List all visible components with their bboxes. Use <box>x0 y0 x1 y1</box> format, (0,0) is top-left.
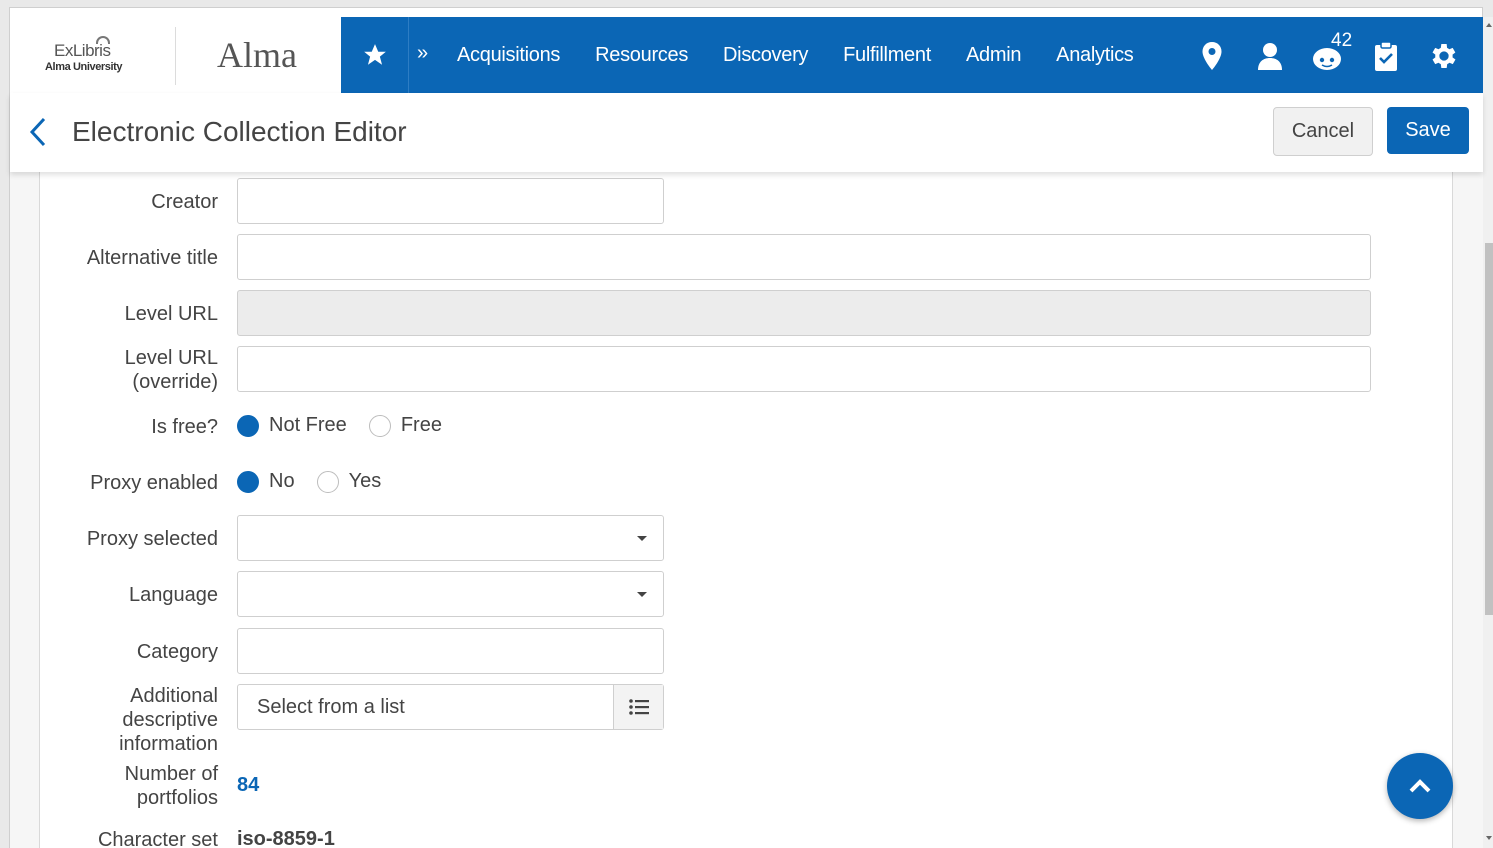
chevron-left-icon <box>29 117 46 147</box>
cancel-button[interactable]: Cancel <box>1273 107 1373 156</box>
category-field[interactable] <box>237 628 664 674</box>
proxy-selected-dropdown[interactable] <box>237 515 664 561</box>
scroll-down-arrow-icon[interactable] <box>1486 836 1492 840</box>
save-button[interactable]: Save <box>1387 107 1469 154</box>
proxy-enabled-label: Proxy enabled <box>90 472 218 494</box>
additional-info-label: Additional descriptive information <box>119 684 218 756</box>
character-set-label: Character set <box>97 829 218 848</box>
label-line: information <box>119 733 218 755</box>
label-line: Level URL <box>124 347 218 369</box>
creator-field[interactable] <box>237 178 664 224</box>
scroll-up-arrow-icon[interactable] <box>1486 23 1492 27</box>
is-free-label: Is free? <box>151 416 218 438</box>
back-button[interactable] <box>28 115 48 149</box>
proxy-selected-label: Proxy selected <box>86 528 218 550</box>
is-free-radio-group: Not Free Free <box>237 414 464 437</box>
alternative-title-label: Alternative title <box>86 247 218 269</box>
category-label: Category <box>136 641 218 663</box>
level-url-label: Level URL <box>124 303 218 325</box>
label-line: descriptive <box>122 709 218 731</box>
free-radio[interactable] <box>368 414 391 437</box>
level-url-override-field[interactable] <box>237 346 1371 392</box>
language-label: Language <box>129 584 218 606</box>
scrollbar-thumb[interactable] <box>1485 243 1493 615</box>
creator-label: Creator <box>151 191 218 213</box>
page-header: Electronic Collection Editor Cancel Save <box>10 93 1483 172</box>
scroll-to-top-button[interactable] <box>1387 753 1453 819</box>
page-title: Electronic Collection Editor <box>72 116 407 147</box>
chevron-up-icon <box>1409 779 1431 793</box>
label-line: Additional <box>130 685 218 707</box>
portfolios-count-link[interactable]: 84 <box>237 774 259 797</box>
caret-down-icon <box>637 592 647 597</box>
label-line: (override) <box>132 371 218 393</box>
label-line: Number of <box>124 763 218 785</box>
proxy-yes-option-label[interactable]: Yes <box>349 470 382 493</box>
not-free-radio[interactable] <box>237 414 259 437</box>
language-dropdown[interactable] <box>237 571 664 617</box>
proxy-yes-radio[interactable] <box>316 470 339 493</box>
character-set-value: iso-8859-1 <box>237 828 335 848</box>
select-from-list-placeholder: Select from a list <box>257 696 405 718</box>
not-free-option-label[interactable]: Not Free <box>269 414 347 437</box>
open-list-button[interactable] <box>613 685 663 729</box>
free-option-label[interactable]: Free <box>401 414 442 437</box>
proxy-enabled-radio-group: No Yes <box>237 470 403 493</box>
level-url-field <box>237 290 1371 336</box>
alternative-title-field[interactable] <box>237 234 1371 280</box>
label-line: portfolios <box>136 787 218 809</box>
additional-info-selector[interactable]: Select from a list <box>237 684 664 730</box>
caret-down-icon <box>637 536 647 541</box>
proxy-no-radio[interactable] <box>237 470 259 493</box>
list-icon <box>628 699 649 715</box>
portfolios-label: Number of portfolios <box>125 762 218 810</box>
level-url-override-label: Level URL (override) <box>125 346 218 394</box>
proxy-no-option-label[interactable]: No <box>269 470 295 493</box>
